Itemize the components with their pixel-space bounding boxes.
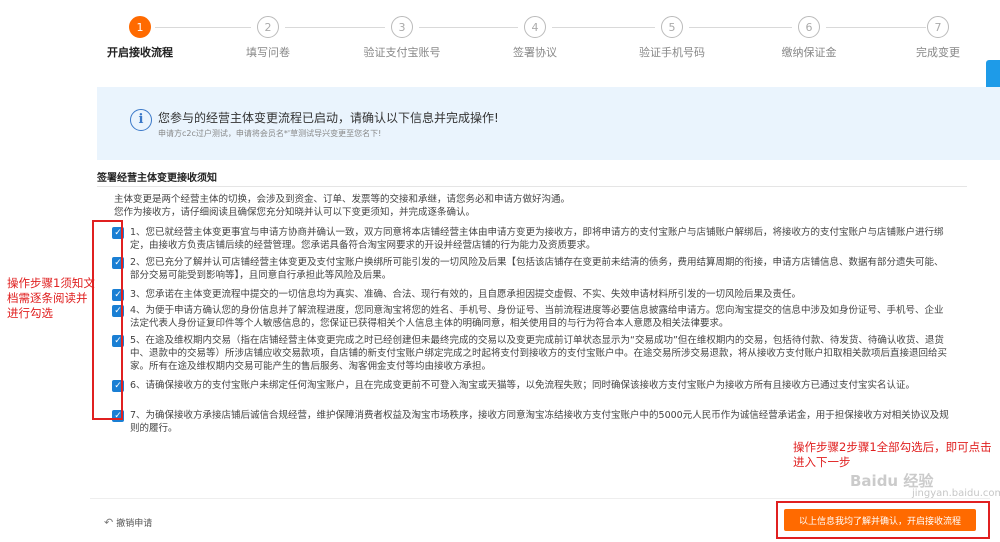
annotation-box-button	[776, 501, 990, 539]
annotation-step1: 操作步骤1须知文档需逐条阅读并进行勾选	[7, 276, 95, 320]
notice-item-1: ✓ 1、您已就经营主体变更事宜与申请方协商并确认一致，双方同意将本店铺经营主体由…	[112, 226, 952, 252]
step-2: 2 填写问卷	[208, 16, 328, 60]
step-label: 开启接收流程	[107, 46, 173, 59]
step-4: 4 签署协议	[475, 16, 595, 60]
item-text: 2、您已充分了解并认可店铺经营主体变更及支付宝账户换绑所可能引发的一切风险及后果…	[130, 257, 944, 281]
intro-line: 您作为接收方，请仔细阅读且确保您充分知晓并认可以下变更须知，并完成逐条确认。	[114, 207, 476, 218]
annotation-step2: 操作步骤2步骤1全部勾选后，即可点击进入下一步	[793, 440, 992, 469]
item-text: 6、请确保接收方的支付宝账户未绑定任何淘宝账户，且在完成变更前不可登入淘宝或天猫…	[130, 380, 916, 391]
item-text: 5、在途及维权期内交易（指在店铺经营主体变更完成之时已经创建但未最终完成的交易以…	[130, 335, 948, 372]
step-number: 5	[661, 16, 683, 38]
notice-item-2: ✓ 2、您已充分了解并认可店铺经营主体变更及支付宝账户换绑所可能引发的一切风险及…	[112, 256, 952, 282]
step-label: 缴纳保证金	[781, 46, 837, 59]
step-number: 6	[798, 16, 820, 38]
intro-line: 主体变更是两个经营主体的切换，会涉及到资金、订单、发票等的交接和承继，请您务必和…	[114, 194, 571, 205]
step-5: 5 验证手机号码	[612, 16, 732, 60]
divider	[97, 186, 967, 187]
step-number: 2	[257, 16, 279, 38]
progress-stepper: 1 开启接收流程 2 填写问卷 3 验证支付宝账号 4 签署协议 5 验证手机号…	[0, 0, 1000, 68]
back-arrow-icon: ↶	[104, 516, 114, 529]
step-number: 1	[129, 16, 151, 38]
item-text: 3、您承诺在主体变更流程中提交的一切信息均为真实、准确、合法、现行有效的，且自愿…	[130, 289, 802, 300]
item-text: 7、为确保接收方承接店铺后诚信合规经营，维护保障消费者权益及淘宝市场秩序，接收方…	[130, 410, 949, 434]
step-label: 验证支付宝账号	[363, 46, 441, 59]
cancel-application-link[interactable]: ↶ 撤销申请	[104, 516, 152, 529]
notice-item-4: ✓ 4、为便于申请方确认您的身份信息并了解流程进度，您同意淘宝将您的姓名、手机号…	[112, 304, 952, 330]
item-text: 4、为便于申请方确认您的身份信息并了解流程进度，您同意淘宝将您的姓名、手机号、身…	[130, 305, 944, 329]
step-number: 3	[391, 16, 413, 38]
info-banner: i 您参与的经营主体变更流程已启动，请确认以下信息并完成操作! 申请方c2c过户…	[97, 87, 1000, 160]
banner-title: 您参与的经营主体变更流程已启动，请确认以下信息并完成操作!	[158, 111, 499, 125]
notice-intro: 主体变更是两个经营主体的切换，会涉及到资金、订单、发票等的交接和承继，请您务必和…	[114, 193, 944, 219]
step-label: 填写问卷	[246, 46, 290, 59]
banner-subtitle: 申请方c2c过户测试，申请将会员名*'草测试导兴变更至您名下!	[158, 129, 382, 138]
cancel-label: 撤销申请	[116, 519, 153, 529]
notice-item-6: ✓ 6、请确保接收方的支付宝账户未绑定任何淘宝账户，且在完成变更前不可登入淘宝或…	[112, 379, 952, 392]
step-number: 7	[927, 16, 949, 38]
step-label: 完成变更	[916, 46, 960, 59]
step-3: 3 验证支付宝账号	[342, 16, 462, 60]
notice-item-3: ✓ 3、您承诺在主体变更流程中提交的一切信息均为真实、准确、合法、现行有效的，且…	[112, 288, 952, 301]
step-label: 签署协议	[513, 46, 557, 59]
step-label: 验证手机号码	[639, 46, 705, 59]
step-1: 1 开启接收流程	[80, 16, 200, 60]
item-text: 1、您已就经营主体变更事宜与申请方协商并确认一致，双方同意将本店铺经营主体由申请…	[130, 227, 944, 251]
notice-item-7: ✓ 7、为确保接收方承接店铺后诚信合规经营，维护保障消费者权益及淘宝市场秩序，接…	[112, 409, 952, 435]
step-number: 4	[524, 16, 546, 38]
notice-title: 签署经营主体变更接收须知	[97, 173, 217, 184]
info-icon: i	[130, 109, 152, 131]
notice-item-5: ✓ 5、在途及维权期内交易（指在店铺经营主体变更完成之时已经创建但未最终完成的交…	[112, 334, 952, 373]
step-7: 7 完成变更	[878, 16, 998, 60]
step-6: 6 缴纳保证金	[749, 16, 869, 60]
